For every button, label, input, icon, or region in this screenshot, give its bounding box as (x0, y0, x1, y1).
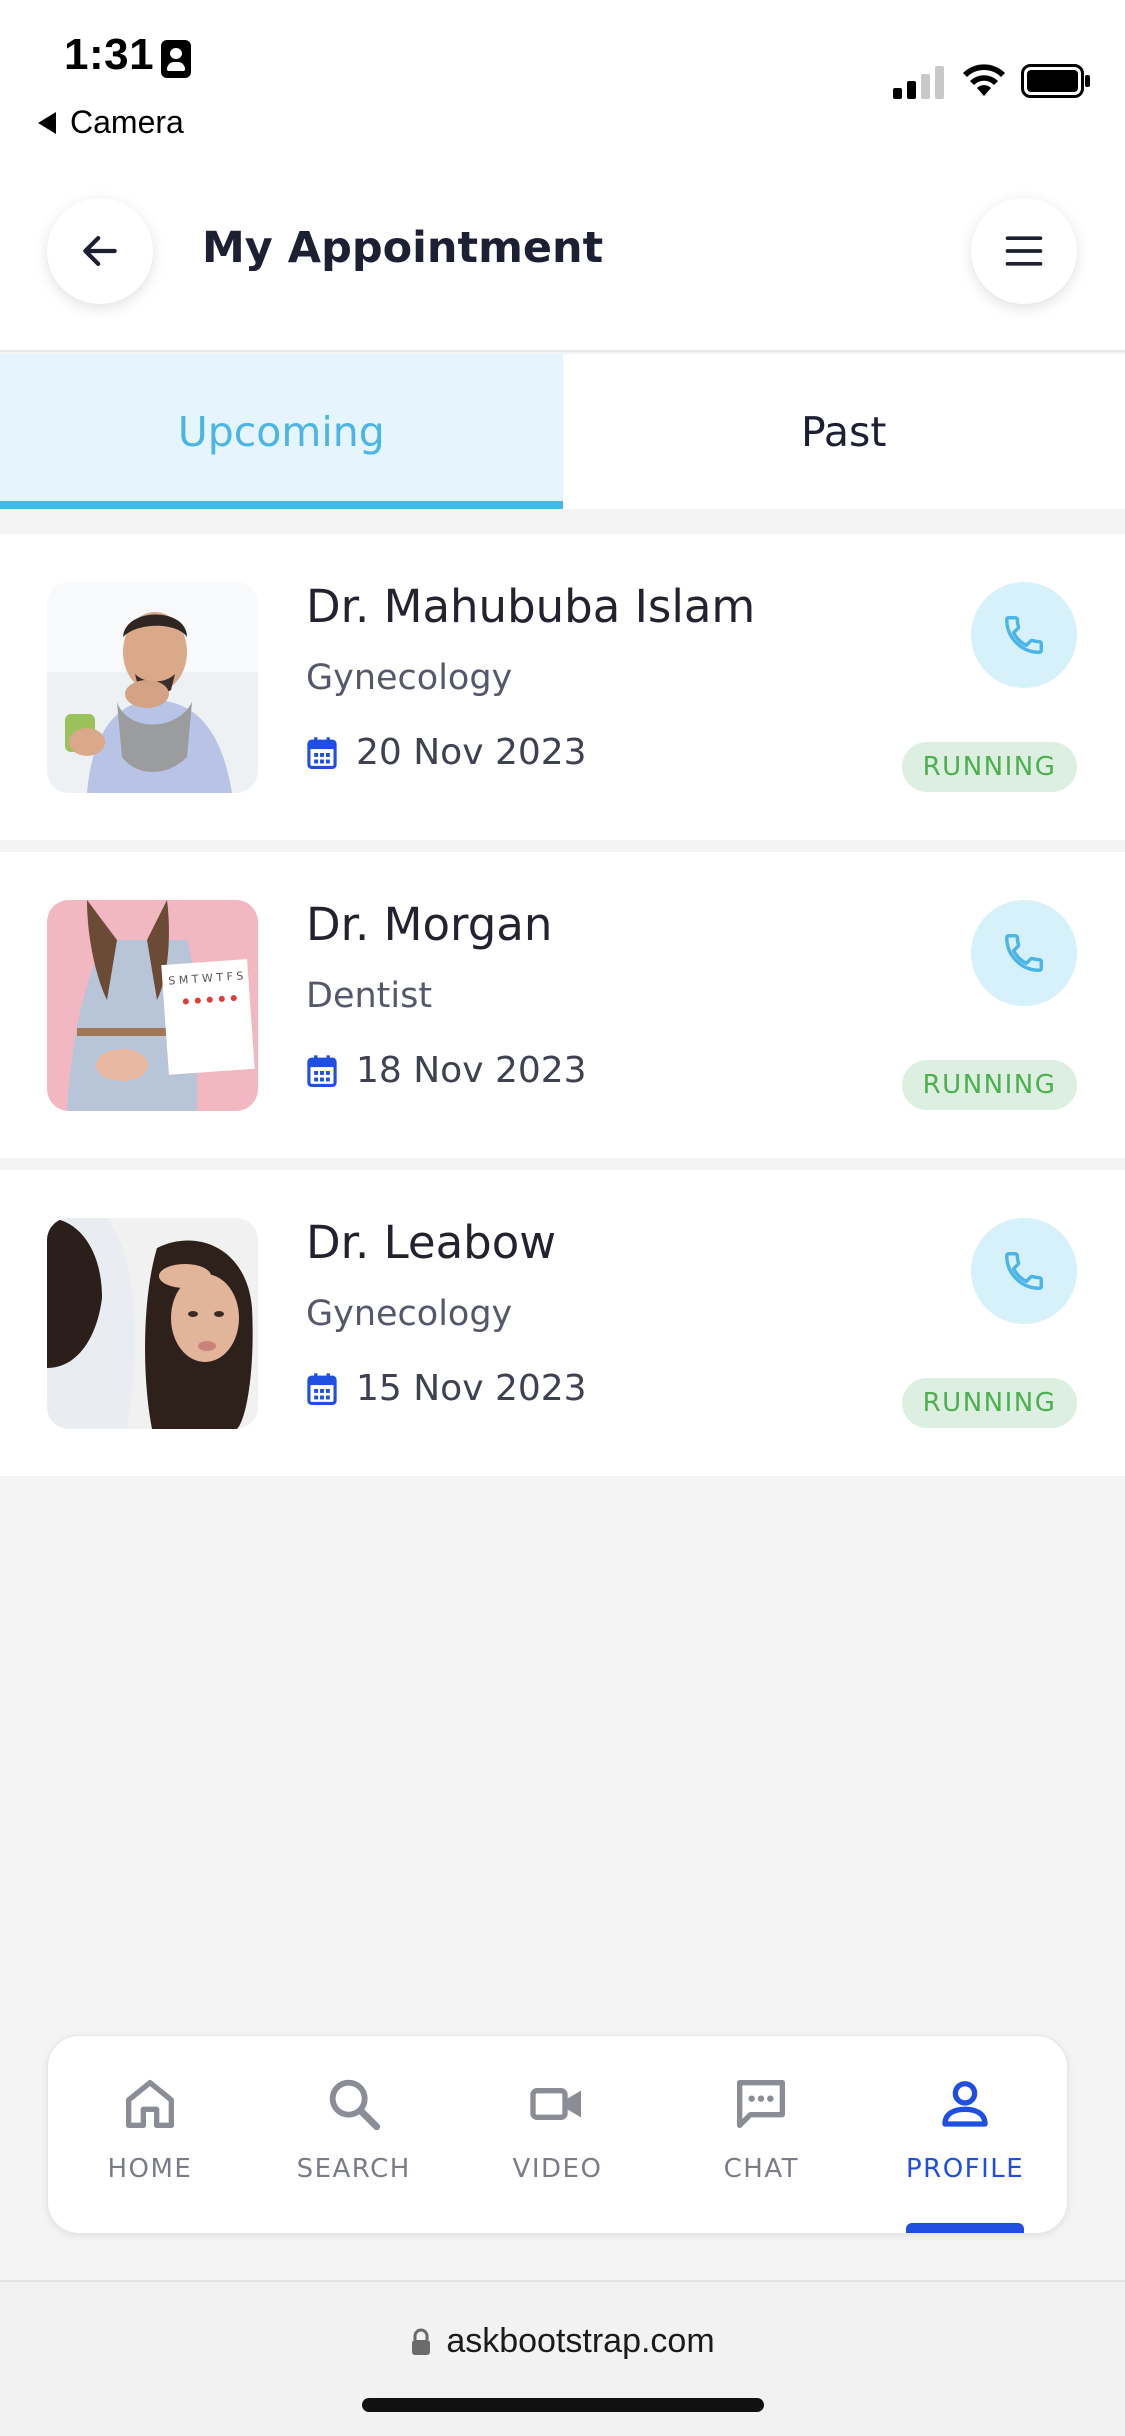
nav-home[interactable]: HOME (48, 2036, 252, 2233)
back-triangle-icon (38, 111, 56, 134)
home-icon (125, 2080, 174, 2128)
nav-search[interactable]: SEARCH (252, 2036, 456, 2233)
phone-icon (1005, 1252, 1043, 1290)
call-button[interactable] (971, 1218, 1077, 1324)
bottom-navigation: HOME SEARCH VIDEO CHAT PROFILE (47, 2035, 1068, 2234)
search-icon (329, 2079, 380, 2131)
lock-icon (412, 2328, 431, 2355)
tab-upcoming[interactable]: Upcoming (0, 354, 563, 509)
url-text: askbootstrap.com (446, 2322, 715, 2360)
doctor-photo (47, 1218, 258, 1429)
nav-video[interactable]: VIDEO (456, 2036, 660, 2233)
doctor-name: Dr. Mahububa Islam (306, 580, 756, 633)
appointment-tabs: Upcoming Past (0, 354, 1125, 509)
menu-button[interactable] (971, 198, 1077, 304)
nav-chat[interactable]: CHAT (659, 2036, 863, 2233)
wifi-icon (963, 64, 1005, 96)
home-indicator[interactable] (362, 2398, 764, 2412)
doctor-specialty: Gynecology (306, 658, 513, 698)
calendar-icon (307, 736, 337, 769)
doctor-name: Dr. Morgan (306, 898, 553, 951)
doctor-specialty: Gynecology (306, 1294, 513, 1334)
cellular-signal-icon (893, 66, 944, 99)
nav-label: PROFILE (905, 2154, 1025, 2184)
active-nav-indicator (906, 2223, 1025, 2233)
tab-past[interactable]: Past (563, 354, 1125, 509)
back-button[interactable] (47, 198, 153, 304)
status-bar: 1:31 Camera (0, 0, 1125, 175)
page-title: My Appointment (202, 223, 604, 273)
doctor-name: Dr. Leabow (306, 1216, 557, 1269)
appointment-date: 15 Nov 2023 (306, 1368, 587, 1409)
appointment-date: 20 Nov 2023 (306, 732, 587, 773)
battery-icon (1021, 64, 1090, 98)
phone-icon (1005, 616, 1043, 654)
doctor-photo (47, 582, 258, 793)
chat-icon (737, 2080, 786, 2128)
browser-url-bar[interactable]: askbootstrap.com (0, 2280, 1125, 2436)
person-icon (942, 2081, 988, 2127)
date-text: 18 Nov 2023 (356, 1050, 587, 1091)
call-button[interactable] (971, 582, 1077, 688)
nav-profile[interactable]: PROFILE (863, 2036, 1067, 2233)
calendar-icon (307, 1372, 337, 1405)
calendar-icon (307, 1054, 337, 1087)
appointment-card[interactable]: S M T W T F S Dr. Morgan Dentist 18 Nov … (0, 852, 1125, 1158)
appointment-card[interactable]: Dr. Mahububa Islam Gynecology 20 Nov 202… (0, 534, 1125, 840)
date-text: 15 Nov 2023 (356, 1368, 587, 1409)
appointment-card[interactable]: Dr. Leabow Gynecology 15 Nov 2023 RUNNIN… (0, 1170, 1125, 1476)
doctor-photo: S M T W T F S (47, 900, 258, 1111)
nav-label: CHAT (723, 2154, 799, 2184)
phone-icon (1005, 934, 1043, 972)
url-display[interactable]: askbootstrap.com (0, 2322, 1125, 2361)
back-app-label: Camera (70, 104, 184, 140)
nav-label: SEARCH (296, 2154, 411, 2184)
call-button[interactable] (971, 900, 1077, 1006)
status-badge: RUNNING (902, 1060, 1077, 1110)
app-header: My Appointment (0, 175, 1125, 352)
doctor-specialty: Dentist (306, 976, 433, 1016)
back-to-app-link[interactable]: Camera (38, 104, 184, 141)
appointment-list: Dr. Mahububa Islam Gynecology 20 Nov 202… (0, 534, 1125, 1488)
status-time: 1:31 (64, 30, 155, 79)
appointment-date: 18 Nov 2023 (306, 1050, 587, 1091)
nav-label: HOME (107, 2154, 193, 2184)
arrow-left-icon (83, 236, 117, 266)
hamburger-menu-icon (1005, 236, 1043, 266)
nav-label: VIDEO (512, 2154, 603, 2184)
status-badge: RUNNING (902, 742, 1077, 792)
status-badge: RUNNING (902, 1378, 1077, 1428)
contact-badge-icon (161, 40, 191, 78)
date-text: 20 Nov 2023 (356, 732, 587, 773)
video-camera-icon (530, 2088, 582, 2120)
